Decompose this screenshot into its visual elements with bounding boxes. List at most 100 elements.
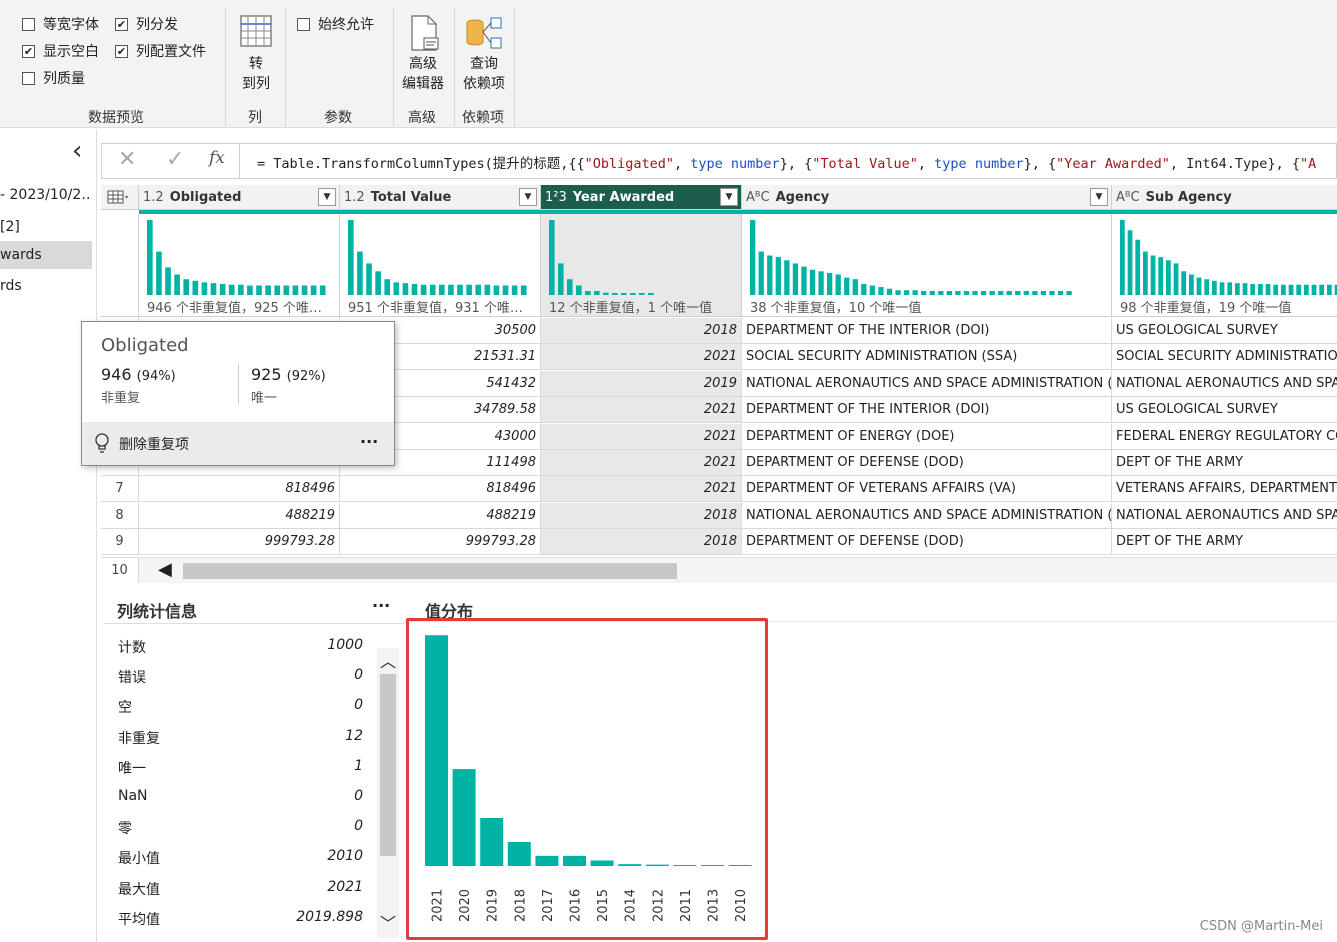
cell-year-awarded[interactable]: 2021 [541, 450, 742, 476]
cell-year-awarded[interactable]: 2018 [541, 529, 742, 556]
chevron-down-icon[interactable]: ▼ [1090, 188, 1108, 206]
integer-type-icon[interactable]: 1²3 [545, 190, 567, 205]
checkbox-column-profile[interactable]: ✔ 列配置文件 [115, 41, 206, 61]
remove-duplicates-button[interactable]: 删除重复项 [119, 434, 189, 454]
checkbox-box[interactable] [22, 71, 35, 85]
column-profile-sub-agency[interactable]: 98 个非重复值，19 个唯一值 [1112, 214, 1337, 317]
checkbox-label: 显示空白 [43, 44, 99, 60]
chevron-down-icon[interactable]: ▼ [519, 188, 537, 206]
cell-obligated[interactable]: 818496 [139, 476, 340, 503]
mini-histogram-bar [1158, 257, 1164, 295]
commit-icon[interactable]: ✓ [166, 147, 184, 172]
column-header-obligated[interactable]: 1.2 Obligated ▼ [139, 185, 340, 210]
fx-icon[interactable]: fx [209, 148, 225, 168]
row-number: 9 [101, 529, 139, 556]
cell-agency[interactable]: DEPARTMENT OF VETERANS AFFAIRS (VA) [742, 476, 1112, 503]
formula-string: "Obligated" [584, 156, 674, 172]
scrollbar-thumb[interactable] [183, 563, 677, 579]
query-item[interactable]: rds [0, 272, 92, 300]
cell-sub-agency[interactable]: US GEOLOGICAL SURVEY [1112, 397, 1337, 424]
query-dependencies-button[interactable]: 查询 依赖项 [459, 14, 509, 94]
cell-total-value[interactable]: 488219 [340, 502, 541, 529]
column-profile-year-awarded[interactable]: 12 个非重复值，1 个唯一值 [541, 214, 742, 317]
mini-histogram-bar [247, 285, 253, 295]
cell-agency[interactable]: SOCIAL SECURITY ADMINISTRATION (SSA) [742, 344, 1112, 371]
mini-histogram-bar [758, 251, 764, 295]
cell-year-awarded[interactable]: 2021 [541, 344, 742, 371]
checkbox-box[interactable] [22, 17, 35, 31]
column-header-agency[interactable]: AᴮC Agency ▼ [742, 185, 1112, 210]
checkbox-show-whitespace[interactable]: ✔ 显示空白 [22, 41, 99, 61]
cell-agency[interactable]: DEPARTMENT OF DEFENSE (DOD) [742, 529, 1112, 556]
cell-sub-agency[interactable]: VETERANS AFFAIRS, DEPARTMENT C [1112, 476, 1337, 503]
vertical-scrollbar[interactable]: ︿ ﹀ [377, 648, 399, 938]
cell-sub-agency[interactable]: NATIONAL AERONAUTICS AND SPAC [1112, 371, 1337, 397]
formula-input[interactable]: = Table.TransformColumnTypes(提升的标题,{{"Ob… [257, 152, 1316, 172]
convert-to-list-button[interactable]: 转 到列 [236, 14, 276, 94]
scroll-up-icon[interactable]: ︿ [380, 648, 396, 672]
cell-sub-agency[interactable]: DEPT OF THE ARMY [1112, 450, 1337, 476]
more-options-icon[interactable]: ··· [372, 596, 390, 615]
checkmark-icon[interactable]: ✔ [115, 17, 128, 31]
cell-sub-agency[interactable]: FEDERAL ENERGY REGULATORY COM [1112, 424, 1337, 450]
cell-agency[interactable]: DEPARTMENT OF THE INTERIOR (DOI) [742, 318, 1112, 344]
mini-histogram-bar [594, 291, 600, 295]
checkbox-box[interactable] [297, 17, 310, 31]
checkbox-column-distribution[interactable]: ✔ 列分发 [115, 14, 178, 34]
column-profile-obligated[interactable]: 946 个非重复值，925 个唯… [139, 214, 340, 317]
chevron-down-icon[interactable]: ▼ [318, 188, 336, 206]
cell-agency[interactable]: NATIONAL AERONAUTICS AND SPACE ADMINISTR… [742, 370, 1112, 397]
scroll-left-icon[interactable]: ◀ [158, 559, 172, 580]
checkmark-icon[interactable]: ✔ [22, 44, 35, 58]
more-options-icon[interactable]: ··· [360, 432, 378, 451]
query-item[interactable]: [2] [0, 213, 92, 241]
checkbox-column-quality[interactable]: 列质量 [22, 68, 85, 88]
chevron-down-icon[interactable]: ▼ [720, 188, 738, 206]
table-menu-button[interactable] [101, 185, 139, 210]
cell-total-value[interactable]: 818496 [340, 476, 541, 503]
column-header-year-awarded[interactable]: 1²3 Year Awarded ▼ [541, 185, 742, 210]
mini-histogram-bar [1327, 284, 1332, 295]
mini-histogram-bar [292, 285, 299, 295]
cell-total-value[interactable]: 999793.28 [340, 529, 541, 556]
cell-obligated[interactable]: 999793.28 [139, 529, 340, 556]
cell-year-awarded[interactable]: 2021 [541, 423, 742, 450]
text-type-icon[interactable]: AᴮC [1116, 190, 1140, 205]
cell-year-awarded[interactable]: 2021 [541, 476, 742, 503]
cell-year-awarded[interactable]: 2018 [541, 502, 742, 529]
cell-sub-agency[interactable]: DEPT OF THE ARMY [1112, 529, 1337, 556]
column-header-sub-agency[interactable]: AᴮC Sub Agency [1112, 185, 1337, 210]
cancel-icon[interactable]: ✕ [118, 147, 136, 172]
cell-agency[interactable]: NATIONAL AERONAUTICS AND SPACE ADMINISTR… [742, 502, 1112, 529]
collapse-pane-icon[interactable]: ‹ [72, 138, 82, 164]
checkbox-monospace[interactable]: 等宽字体 [22, 14, 99, 34]
mini-histogram-bar [357, 251, 363, 295]
query-item-selected[interactable]: wards [0, 241, 92, 269]
horizontal-scrollbar[interactable]: 10 ◀ [101, 557, 1337, 583]
scrollbar-thumb[interactable] [380, 674, 396, 856]
column-profile-agency[interactable]: 38 个非重复值，10 个唯一值 [742, 214, 1112, 317]
cell-agency[interactable]: DEPARTMENT OF DEFENSE (DOD) [742, 450, 1112, 476]
cell-year-awarded[interactable]: 2021 [541, 397, 742, 424]
stat-label: 最小值 [118, 851, 160, 868]
column-header-total-value[interactable]: 1.2 Total Value ▼ [340, 185, 541, 210]
row-number: 7 [101, 476, 139, 503]
query-item[interactable]: - 2023/10/2… [0, 181, 92, 209]
cell-sub-agency[interactable]: NATIONAL AERONAUTICS AND SPAC [1112, 503, 1337, 529]
cell-agency[interactable]: DEPARTMENT OF ENERGY (DOE) [742, 423, 1112, 450]
scroll-down-icon[interactable]: ﹀ [380, 910, 396, 934]
cell-sub-agency[interactable]: SOCIAL SECURITY ADMINISTRATION [1112, 344, 1337, 371]
decimal-type-icon[interactable]: 1.2 [344, 190, 365, 205]
cell-sub-agency[interactable]: US GEOLOGICAL SURVEY [1112, 318, 1337, 344]
mini-histogram-bar [1135, 239, 1141, 295]
advanced-editor-button[interactable]: 高级 编辑器 [398, 14, 448, 94]
decimal-type-icon[interactable]: 1.2 [143, 190, 164, 205]
cell-year-awarded[interactable]: 2018 [541, 318, 742, 344]
text-type-icon[interactable]: AᴮC [746, 190, 770, 205]
cell-obligated[interactable]: 488219 [139, 502, 340, 529]
checkbox-always-allow[interactable]: 始终允许 [297, 14, 374, 34]
cell-year-awarded[interactable]: 2019 [541, 370, 742, 397]
column-profile-total-value[interactable]: 951 个非重复值，931 个唯… [340, 214, 541, 317]
cell-agency[interactable]: DEPARTMENT OF THE INTERIOR (DOI) [742, 397, 1112, 424]
checkmark-icon[interactable]: ✔ [115, 44, 128, 58]
